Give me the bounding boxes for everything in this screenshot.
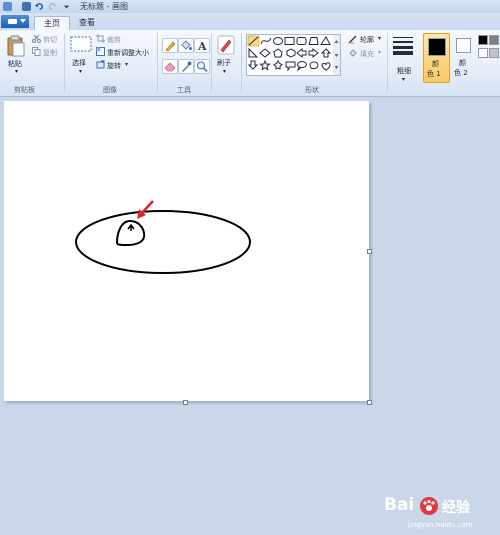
resize-handle-bottom[interactable] xyxy=(183,400,188,405)
color1-swatch xyxy=(428,38,446,56)
text-icon: A xyxy=(197,40,207,53)
canvas-area: Bai 经验 jingyan.baidu.com xyxy=(0,97,500,529)
customize-toolbar-icon[interactable] xyxy=(62,2,71,11)
rotate-dropdown-arrow[interactable]: ▾ xyxy=(125,61,128,68)
palette-light-gray[interactable] xyxy=(489,48,499,58)
outline-icon[interactable] xyxy=(348,35,358,44)
drawing-canvas[interactable] xyxy=(4,101,369,401)
paint-menu-button[interactable] xyxy=(1,15,29,28)
select-dropdown-arrow[interactable]: ▾ xyxy=(79,68,82,75)
svg-text:A: A xyxy=(197,40,207,52)
palette-white[interactable] xyxy=(478,48,488,58)
fill-icon xyxy=(181,40,192,50)
divider xyxy=(241,33,242,93)
ribbon-tab-bar: 主页 查看 xyxy=(0,13,500,31)
divider xyxy=(211,33,212,93)
paint-app-icon[interactable] xyxy=(3,2,12,11)
color2-label-line1: 颜 xyxy=(459,59,466,67)
shapes-group-label: 形状 xyxy=(305,86,319,94)
watermark-url: jingyan.baidu.com xyxy=(408,521,473,529)
divider xyxy=(64,33,65,93)
magnifier-tool[interactable] xyxy=(194,59,210,74)
fill-shape-dropdown-arrow[interactable]: ▾ xyxy=(378,49,381,56)
shapes-gallery xyxy=(246,34,341,76)
fill-shape-icon[interactable] xyxy=(348,48,358,57)
color1-label-line2: 色 1 xyxy=(427,70,441,78)
fill-tool[interactable] xyxy=(178,38,194,53)
text-tool[interactable]: A xyxy=(194,38,210,53)
tab-view[interactable]: 查看 xyxy=(72,16,102,30)
large-ellipse-drawing xyxy=(75,210,251,274)
divider xyxy=(157,33,158,93)
resize-handle-right[interactable] xyxy=(367,249,372,254)
pencil-icon xyxy=(165,41,176,52)
brushes-dropdown-arrow[interactable]: ▾ xyxy=(223,68,226,75)
magnifier-icon xyxy=(197,61,208,73)
crop-button[interactable]: 裁剪 xyxy=(107,35,121,45)
outline-button[interactable]: 轮廓 xyxy=(360,35,374,45)
palette-black[interactable] xyxy=(478,35,488,45)
scissors-icon[interactable] xyxy=(32,34,41,43)
clipboard-group-label: 剪贴板 xyxy=(14,86,35,94)
image-group-label: 图像 xyxy=(103,86,117,94)
watermark-brand: Bai xyxy=(384,495,415,515)
outline-dropdown-arrow[interactable]: ▾ xyxy=(378,35,381,42)
window-title: 无标题 - 画图 xyxy=(80,2,128,11)
size-lines-icon[interactable] xyxy=(392,35,414,55)
watermark-brand-suffix: 经验 xyxy=(442,500,470,516)
paw-icon xyxy=(420,497,438,515)
color2-button[interactable]: 颜 色 2 xyxy=(451,33,476,81)
size-button[interactable]: 粗细 xyxy=(397,66,411,76)
resize-button[interactable]: 重新调整大小 xyxy=(107,48,149,58)
save-icon[interactable] xyxy=(22,2,31,11)
color1-label-line1: 颜 xyxy=(432,60,439,68)
tools-group-label: 工具 xyxy=(177,86,191,94)
dome-marks-drawing xyxy=(127,223,135,231)
rotate-button[interactable]: 旋转 xyxy=(107,61,121,71)
color1-button[interactable]: 颜 色 1 xyxy=(423,33,450,83)
color-picker-icon xyxy=(182,61,192,72)
divider xyxy=(387,33,388,93)
color2-swatch xyxy=(456,38,471,53)
drawing xyxy=(75,200,251,274)
rotate-icon[interactable] xyxy=(96,60,105,69)
eraser-tool[interactable] xyxy=(162,59,178,74)
undo-icon[interactable] xyxy=(35,2,44,11)
eraser-icon xyxy=(164,62,176,72)
color2-label-line2: 色 2 xyxy=(454,69,468,77)
resize-icon[interactable] xyxy=(96,47,105,56)
brush-icon[interactable] xyxy=(216,34,236,56)
title-bar: 无标题 - 画图 xyxy=(0,0,500,14)
brushes-button[interactable]: 刷子 xyxy=(217,58,231,68)
select-icon[interactable] xyxy=(70,36,92,52)
crop-icon[interactable] xyxy=(96,34,105,43)
resize-handle-corner[interactable] xyxy=(367,400,372,405)
copy-button[interactable]: 复制 xyxy=(43,48,57,58)
size-dropdown-arrow[interactable]: ▾ xyxy=(402,76,405,83)
select-button[interactable]: 选择 xyxy=(72,58,86,68)
cut-button[interactable]: 剪切 xyxy=(43,35,57,45)
tab-home[interactable]: 主页 xyxy=(34,16,70,31)
color-picker-tool[interactable] xyxy=(178,59,194,74)
pencil-tool[interactable] xyxy=(162,38,178,53)
paste-icon[interactable] xyxy=(6,35,26,57)
fill-shape-button[interactable]: 填充 xyxy=(360,49,374,59)
watermark: Bai 经验 jingyan.baidu.com xyxy=(384,495,496,535)
copy-icon[interactable] xyxy=(32,47,41,56)
redo-icon[interactable] xyxy=(48,2,57,11)
paste-dropdown-arrow[interactable]: ▾ xyxy=(15,68,18,75)
palette-gray[interactable] xyxy=(489,35,499,45)
